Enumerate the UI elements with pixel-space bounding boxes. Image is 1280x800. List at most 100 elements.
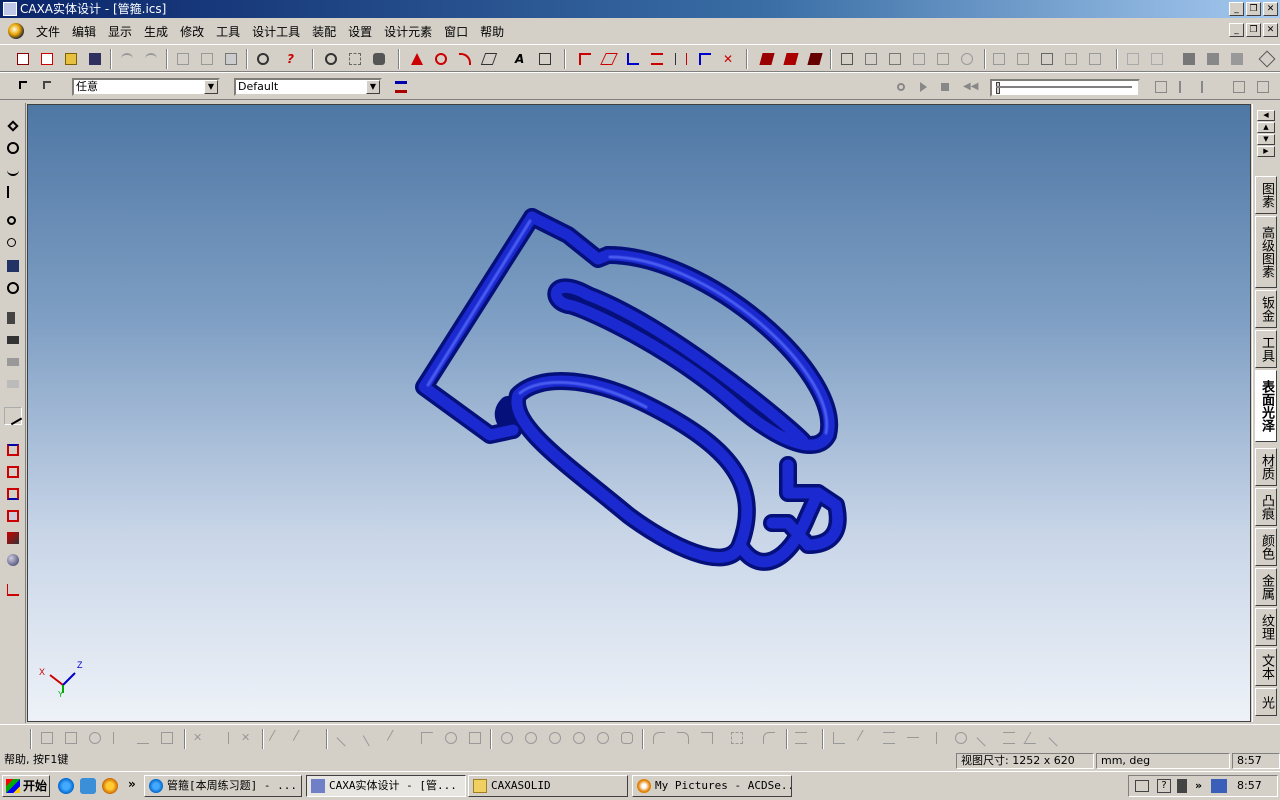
close-button[interactable]: ✕ (1263, 2, 1278, 16)
polyline-tool-icon[interactable] (418, 729, 436, 747)
open-icon[interactable] (62, 50, 80, 68)
tangent-tool-icon[interactable] (386, 729, 404, 747)
minimize-button[interactable]: _ (1229, 2, 1244, 16)
camera-light-icon[interactable] (4, 375, 22, 393)
ellipse-icon[interactable] (594, 729, 612, 747)
model-canvas[interactable]: X Z Y (28, 105, 1251, 722)
pattern-icon[interactable] (696, 50, 714, 68)
keyboard-icon[interactable] (1135, 780, 1149, 792)
gray-tool-1[interactable] (838, 50, 856, 68)
menu-display[interactable]: 显示 (102, 23, 138, 40)
sketch-tool-1[interactable] (110, 729, 128, 747)
gray-tool-11[interactable] (1086, 50, 1104, 68)
menu-design-elements[interactable]: 设计元素 (378, 23, 438, 40)
stop-icon[interactable] (936, 78, 954, 96)
undo-icon[interactable] (118, 50, 136, 68)
rotate-icon[interactable] (432, 50, 450, 68)
orbit-icon[interactable] (4, 139, 22, 157)
tool-icon-3[interactable] (370, 50, 388, 68)
box-red-icon-3[interactable] (4, 485, 22, 503)
app-quicklaunch-icon[interactable] (102, 778, 118, 794)
snap-icon[interactable] (62, 729, 80, 747)
plane-icon[interactable] (600, 50, 618, 68)
hierarchy-icon[interactable] (392, 78, 410, 96)
doc-minimize-button[interactable]: _ (1229, 23, 1244, 37)
gray-tool-9[interactable] (1038, 50, 1056, 68)
gray-tool-7[interactable] (990, 50, 1008, 68)
help-icon[interactable]: ? (284, 50, 302, 68)
tab-emboss[interactable]: 凸痕 (1255, 488, 1277, 526)
style-dropdown-icon[interactable]: ▼ (366, 80, 380, 94)
filter-dropdown-icon[interactable]: ▼ (204, 80, 218, 94)
arc-tool-icon[interactable] (362, 729, 380, 747)
delete-icon[interactable]: ✕ (720, 50, 738, 68)
rect-tool-icon[interactable] (466, 729, 484, 747)
constraint-9-icon[interactable] (1023, 729, 1043, 747)
anim-tool-2[interactable] (1176, 78, 1194, 96)
tab-sheet-metal[interactable]: 钣金 (1255, 290, 1277, 328)
tab-primitives[interactable]: 图素 (1255, 176, 1277, 214)
tab-nav-first-icon[interactable]: ◀ (1257, 110, 1275, 121)
anim-tool-4[interactable] (1230, 78, 1248, 96)
tab-material[interactable]: 材质 (1255, 448, 1277, 486)
redo-icon[interactable] (142, 50, 160, 68)
menu-tools[interactable]: 工具 (210, 23, 246, 40)
sketch-tool-2[interactable] (134, 729, 152, 747)
tab-advanced-primitives[interactable]: 高级图素 (1255, 216, 1277, 288)
circle-tan-icon[interactable] (570, 729, 588, 747)
start-button[interactable]: 开始 (2, 775, 50, 797)
sketch-tool-8[interactable] (292, 729, 310, 747)
tube-coil-model[interactable] (415, 208, 847, 571)
restore-button[interactable]: ❐ (1246, 2, 1261, 16)
circle-center-icon[interactable] (498, 729, 516, 747)
ie-quicklaunch-icon[interactable] (58, 778, 74, 794)
menu-assembly[interactable]: 装配 (306, 23, 342, 40)
anim-tool-3[interactable] (1198, 78, 1216, 96)
gray-tool-10[interactable] (1062, 50, 1080, 68)
tab-surface-finish[interactable]: 表面光泽 (1255, 370, 1277, 442)
record-icon[interactable] (892, 78, 910, 96)
constraint-10-icon[interactable] (1048, 729, 1066, 747)
gray-tool-3[interactable] (886, 50, 904, 68)
new-icon[interactable] (14, 50, 32, 68)
gray-tool-14[interactable] (1180, 50, 1198, 68)
zoom-window-icon[interactable] (4, 235, 22, 253)
surface-icon[interactable] (536, 50, 554, 68)
menu-settings[interactable]: 设置 (342, 23, 378, 40)
menu-edit[interactable]: 编辑 (66, 23, 102, 40)
task-caxa-window[interactable]: CAXA实体设计 - [管... (306, 775, 466, 797)
arc-3-icon[interactable] (698, 729, 716, 747)
sphere-icon[interactable] (4, 551, 22, 569)
constraint-1-icon[interactable] (830, 729, 848, 747)
tab-tools[interactable]: 工具 (1255, 330, 1277, 368)
tab-text[interactable]: 文本 (1255, 648, 1277, 686)
style-select[interactable]: Default ▼ (234, 78, 382, 96)
task-folder-window[interactable]: CAXASOLID (468, 775, 628, 797)
rewind-icon[interactable]: ◀◀ (960, 78, 978, 96)
spline-tool-icon[interactable] (442, 729, 460, 747)
tray-clock[interactable]: 8:57 (1237, 776, 1262, 796)
animation-slider[interactable] (990, 79, 1140, 97)
menu-help[interactable]: 帮助 (474, 23, 510, 40)
line-tool-icon[interactable] (336, 729, 354, 747)
select-arrow-icon[interactable] (16, 78, 34, 96)
gray-tool-6[interactable] (958, 50, 976, 68)
fillet-icon[interactable] (760, 729, 778, 747)
gray-tool-2[interactable] (862, 50, 880, 68)
new-design-icon[interactable] (38, 50, 56, 68)
gray-tool-17[interactable] (1258, 50, 1276, 68)
sketch-tool-7[interactable] (268, 729, 286, 747)
constraint-4-icon[interactable] (904, 729, 922, 747)
menu-file[interactable]: 文件 (30, 23, 66, 40)
camera-icon[interactable] (4, 331, 22, 349)
box-shaded-icon[interactable] (4, 529, 22, 547)
paste-icon[interactable] (222, 50, 240, 68)
anim-tool-5[interactable] (1254, 78, 1272, 96)
zoom-icon[interactable] (4, 213, 22, 231)
sketch-tool-6[interactable]: ✕ (238, 729, 256, 747)
render-icon[interactable] (4, 407, 23, 426)
solid-icon-1[interactable] (758, 50, 776, 68)
constraint-8-icon[interactable] (1000, 729, 1018, 747)
solid-icon-2[interactable] (782, 50, 800, 68)
pan-icon[interactable] (4, 117, 22, 135)
